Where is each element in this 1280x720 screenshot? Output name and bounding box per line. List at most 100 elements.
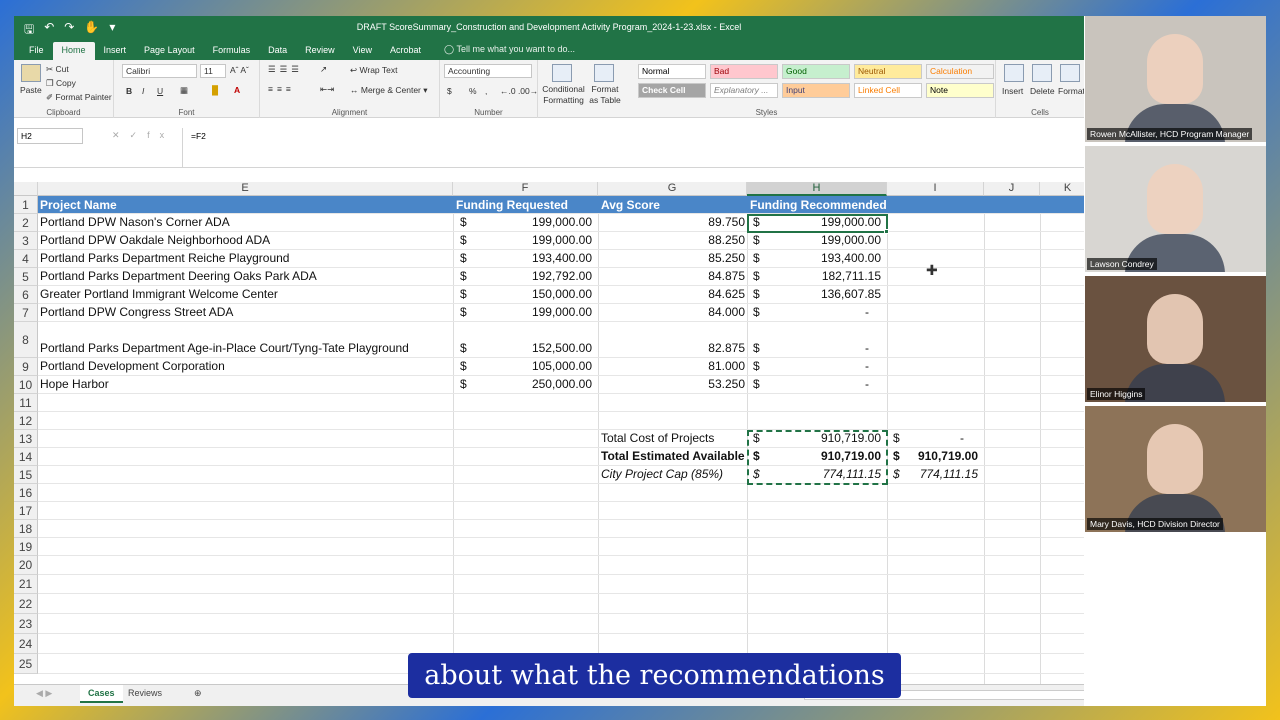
format-as-table-button[interactable]: Format as Table <box>586 84 624 106</box>
funding-recommended-cell[interactable]: - <box>774 377 869 391</box>
tab-insert[interactable]: Insert <box>95 42 136 60</box>
conditional-formatting-icon[interactable] <box>552 64 572 82</box>
font-size-box[interactable]: 11 <box>200 64 226 78</box>
grow-font-icon[interactable]: Aˆ Aˇ <box>230 65 249 75</box>
participant-video-tile[interactable]: Elinor Higgins <box>1085 276 1266 402</box>
tab-acrobat[interactable]: Acrobat <box>381 42 430 60</box>
avg-score-cell[interactable]: 84.625 <box>614 287 745 301</box>
insert-cells-button[interactable]: Insert <box>1002 86 1023 96</box>
totals-i-value[interactable]: 774,111.15 <box>904 467 978 481</box>
formula-input[interactable]: =F2 <box>182 128 1084 168</box>
cell-style-check-cell[interactable]: Check Cell <box>638 83 706 98</box>
row-header-19[interactable]: 19 <box>14 538 38 556</box>
participant-video-tile[interactable]: Mary Davis, HCD Division Director <box>1085 406 1266 532</box>
cell-style-explanatory[interactable]: Explanatory ... <box>710 83 778 98</box>
cell-style-input[interactable]: Input <box>782 83 850 98</box>
avg-score-cell[interactable]: 85.250 <box>614 251 745 265</box>
paste-icon[interactable] <box>21 64 41 82</box>
delete-cells-icon[interactable] <box>1032 64 1052 82</box>
participant-video-tile[interactable]: Lawson Condrey <box>1085 146 1266 272</box>
totals-label[interactable]: Total Estimated Available <box>601 449 745 463</box>
fill-handle[interactable] <box>884 229 889 234</box>
cell-style-calculation[interactable]: Calculation <box>926 64 994 79</box>
funding-recommended-cell[interactable]: 199,000.00 <box>774 233 881 247</box>
paste-button[interactable]: Paste <box>20 85 42 95</box>
number-format-box[interactable]: Accounting <box>444 64 532 78</box>
delete-cells-button[interactable]: Delete <box>1030 86 1055 96</box>
row-header-3[interactable]: 3 <box>14 232 38 250</box>
row-header-21[interactable]: 21 <box>14 575 38 594</box>
funding-recommended-cell[interactable]: - <box>774 305 869 319</box>
vertical-align-icons[interactable]: ☰☰☰ <box>268 64 303 75</box>
row-header-5[interactable]: 5 <box>14 268 38 286</box>
project-name-cell[interactable]: Portland Development Corporation <box>40 359 225 373</box>
tab-view[interactable]: View <box>344 42 381 60</box>
row-header-13[interactable]: 13 <box>14 430 38 448</box>
column-header-f[interactable]: F <box>453 182 598 196</box>
cell-style-bad[interactable]: Bad <box>710 64 778 79</box>
project-name-cell[interactable]: Portland Parks Department Age-in-Place C… <box>40 341 409 355</box>
percent-button[interactable]: % <box>469 86 477 96</box>
sheet-nav-icons[interactable]: ◀ ▶ <box>28 685 60 703</box>
row-header-1[interactable]: 1 <box>14 196 38 214</box>
row-header-2[interactable]: 2 <box>14 214 38 232</box>
column-header-e[interactable]: E <box>38 182 453 196</box>
cell-style-neutral[interactable]: Neutral <box>854 64 922 79</box>
row-header-25[interactable]: 25 <box>14 654 38 674</box>
add-sheet-icon[interactable]: ⊕ <box>186 685 210 703</box>
indent-icons[interactable]: ⇤⇥ <box>320 84 334 95</box>
funding-recommended-cell[interactable]: - <box>774 359 869 373</box>
project-name-cell[interactable]: Greater Portland Immigrant Welcome Cente… <box>40 287 278 301</box>
column-header-h[interactable]: H <box>747 182 887 196</box>
sheet-tab-cases[interactable]: Cases <box>80 685 123 703</box>
totals-label[interactable]: Total Cost of Projects <box>601 431 714 445</box>
funding-requested-cell[interactable]: 152,500.00 <box>484 341 592 355</box>
row-header-7[interactable]: 7 <box>14 304 38 322</box>
row-header-14[interactable]: 14 <box>14 448 38 466</box>
column-header-i[interactable]: I <box>887 182 984 196</box>
row-header-11[interactable]: 11 <box>14 394 38 412</box>
funding-recommended-cell[interactable]: 136,607.85 <box>774 287 881 301</box>
horizontal-align-icons[interactable]: ≡≡≡ <box>268 84 295 94</box>
funding-recommended-cell[interactable]: 182,711.15 <box>774 269 881 283</box>
funding-requested-cell[interactable]: 250,000.00 <box>484 377 592 391</box>
avg-score-cell[interactable]: 81.000 <box>614 359 745 373</box>
column-header-g[interactable]: G <box>598 182 747 196</box>
cell-style-linked-cell[interactable]: Linked Cell <box>854 83 922 98</box>
project-name-cell[interactable]: Portland DPW Nason's Corner ADA <box>40 215 230 229</box>
funding-requested-cell[interactable]: 199,000.00 <box>484 233 592 247</box>
row-header-20[interactable]: 20 <box>14 556 38 575</box>
cell-style-good[interactable]: Good <box>782 64 850 79</box>
totals-i-value[interactable]: 910,719.00 <box>904 449 978 463</box>
italic-button[interactable]: I <box>142 86 144 96</box>
participant-video-tile[interactable]: Rowen McAllister, HCD Program Manager <box>1085 16 1266 142</box>
cut-button[interactable]: ✂ Cut <box>46 64 69 75</box>
project-name-cell[interactable]: Portland DPW Congress Street ADA <box>40 305 233 319</box>
insert-cells-icon[interactable] <box>1004 64 1024 82</box>
avg-score-cell[interactable]: 82.875 <box>614 341 745 355</box>
row-header-15[interactable]: 15 <box>14 466 38 484</box>
row-header-12[interactable]: 12 <box>14 412 38 430</box>
row-header-16[interactable]: 16 <box>14 484 38 502</box>
row-header-23[interactable]: 23 <box>14 614 38 634</box>
bold-button[interactable]: B <box>126 86 132 96</box>
project-name-cell[interactable]: Portland DPW Oakdale Neighborhood ADA <box>40 233 270 247</box>
funding-recommended-cell[interactable]: 193,400.00 <box>774 251 881 265</box>
avg-score-cell[interactable]: 89.750 <box>614 215 745 229</box>
tab-file[interactable]: File <box>20 42 53 60</box>
avg-score-cell[interactable]: 53.250 <box>614 377 745 391</box>
spreadsheet-grid[interactable]: E F G H I J K 1 2 3 4 5 6 7 8 9 10 11 12 13 14 15 16 17 18 19 20 21… <box>14 182 1084 684</box>
row-header-10[interactable]: 10 <box>14 376 38 394</box>
row-header-22[interactable]: 22 <box>14 594 38 614</box>
funding-recommended-cell[interactable]: - <box>774 341 869 355</box>
funding-requested-cell[interactable]: 105,000.00 <box>484 359 592 373</box>
select-all-corner[interactable] <box>14 182 38 196</box>
project-name-cell[interactable]: Hope Harbor <box>40 377 109 391</box>
font-color-icon[interactable]: A <box>234 85 240 95</box>
borders-icon[interactable]: ▦ <box>180 85 188 96</box>
tell-me-box[interactable]: ◯ Tell me what you want to do... <box>430 41 584 60</box>
avg-score-cell[interactable]: 84.875 <box>614 269 745 283</box>
conditional-formatting-button[interactable]: Conditional Formatting <box>541 84 586 106</box>
format-painter-button[interactable]: ✐ Format Painter <box>46 92 112 103</box>
cell-style-note[interactable]: Note <box>926 83 994 98</box>
